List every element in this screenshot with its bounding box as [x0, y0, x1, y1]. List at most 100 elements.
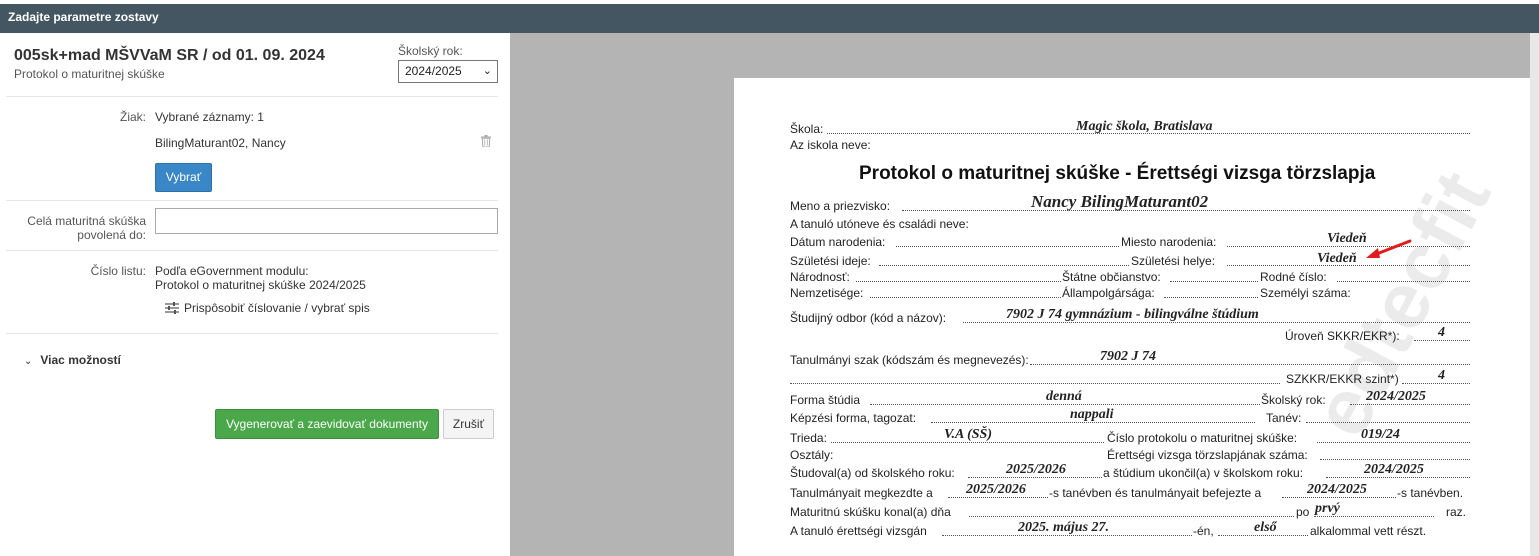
exam-end-hu: alkalommal vett részt.	[1310, 524, 1427, 538]
exam-po-label: po	[1296, 505, 1310, 519]
level-value-hu: 4	[1438, 368, 1445, 383]
dotted-line	[790, 383, 1280, 384]
class-value: V.A (SŠ)	[944, 427, 992, 442]
dotted-line	[948, 497, 1048, 498]
exam-allowed-label-line2: povolená do:	[77, 228, 146, 242]
exam-took-label: Maturitnú skúšku konal(a) dňa	[790, 505, 951, 519]
sheet-number-label: Číslo listu:	[90, 264, 146, 278]
protocol-label: Číslo protokolu o maturitnej skúške:	[1107, 431, 1298, 445]
dotted-line	[969, 516, 1294, 517]
dotted-line	[1164, 297, 1258, 298]
finished-end-hu: -s tanévben.	[1397, 486, 1464, 500]
dotted-line	[1314, 516, 1434, 517]
divider	[6, 200, 498, 201]
protocol-label-hu: Érettségi vizsga törzslapjának száma:	[1107, 448, 1308, 462]
parameters-panel: 005sk+mad MŠVVaM SR / od 01. 09. 2024 Pr…	[0, 33, 510, 556]
level-value: 4	[1438, 325, 1445, 340]
sliders-icon	[165, 302, 179, 314]
exam-date-value-hu: 2025. május 27.	[1018, 520, 1110, 535]
protocol-value: 019/24	[1361, 427, 1400, 442]
trash-icon[interactable]	[481, 135, 491, 147]
red-arrow-annotation	[1366, 239, 1412, 258]
name-label-hu: A tanuló utóneve és családi neve:	[790, 217, 969, 231]
dotted-line	[896, 246, 1119, 247]
scrollbar[interactable]	[1530, 33, 1539, 556]
doc-school-year-value: 2024/2025	[1366, 389, 1426, 404]
class-label-hu: Osztály:	[790, 448, 834, 462]
pob-value: Viedeň	[1327, 231, 1367, 246]
selected-records: Vybrané záznamy: 1	[155, 110, 264, 124]
student-label: Žiak:	[119, 110, 146, 124]
started-mid-hu: -s tanévben és tanulmányait befejezte a	[1049, 486, 1262, 500]
dialog-title: Zadajte parametre zostavy	[0, 4, 1539, 33]
exam-date-label-hu: A tanuló érettségi vizsgán	[790, 524, 927, 538]
dotted-line	[1320, 459, 1470, 460]
dob-label-hu: Születési ideje:	[790, 254, 871, 268]
pob-label: Miesto narodenia:	[1121, 235, 1217, 249]
dotted-line	[1414, 340, 1470, 341]
studied-to-value: 2024/2025	[1364, 462, 1424, 477]
name-label: Meno a priezvisko:	[790, 199, 891, 213]
document-page: edtecfit Škola: Magic škola, Bratislava …	[734, 78, 1530, 556]
exam-raz-label: raz.	[1446, 505, 1467, 519]
divider	[6, 96, 498, 97]
dob-label: Dátum narodenia:	[790, 235, 886, 249]
school-year-select[interactable]: 2024/2025 ⌄	[398, 60, 498, 83]
exam-po-value: prvý	[1315, 501, 1340, 516]
school-value: Magic škola, Bratislava	[1076, 119, 1213, 134]
chevron-down-icon: ⌄	[482, 65, 492, 77]
nationality-label-hu: Nemzetisége:	[790, 286, 864, 300]
citizenship-label: Štátne občianstvo:	[1062, 270, 1161, 284]
select-student-button[interactable]: Vybrať	[155, 163, 212, 192]
dotted-line	[870, 297, 1061, 298]
divider	[6, 333, 498, 334]
school-label: Škola:	[790, 122, 824, 136]
name-value: Nancy BilingMaturant02	[1031, 192, 1209, 211]
exam-allowed-until-input[interactable]	[155, 208, 498, 234]
dotted-line	[879, 265, 1129, 266]
school-year-label: Školský rok:	[398, 44, 463, 58]
dotted-line	[856, 281, 1061, 282]
field-value-hu: 7902 J 74	[1100, 349, 1156, 364]
sheet-number-source: Podľa eGovernment modulu:	[155, 264, 309, 278]
dotted-line	[870, 404, 1260, 405]
report-title: 005sk+mad MŠVVaM SR / od 01. 09. 2024	[14, 47, 325, 64]
field-label: Študijný odbor (kód a názov):	[790, 311, 947, 325]
dotted-line	[1282, 497, 1396, 498]
studied-to-label: a štúdium ukončil(a) v školskom roku:	[1103, 466, 1304, 480]
dotted-line	[1218, 535, 1308, 536]
doc-school-year-label-hu: Tanév:	[1266, 411, 1302, 425]
studied-from-value: 2025/2026	[1006, 462, 1066, 477]
class-label: Trieda:	[790, 431, 827, 445]
dotted-line	[968, 477, 1102, 478]
dotted-line	[1317, 442, 1470, 443]
nationality-label: Národnosť:	[790, 270, 850, 284]
school-year-value: 2024/2025	[405, 64, 462, 78]
started-value-hu: 2025/2026	[966, 482, 1026, 497]
level-label: Úroveň SKKR/EKR*):	[1285, 329, 1400, 343]
exam-en-hu: -én,	[1193, 524, 1214, 538]
watermark: edtecfit	[1294, 157, 1508, 451]
dotted-line	[1030, 364, 1470, 365]
study-form-value-hu: nappali	[1070, 407, 1114, 422]
generate-button[interactable]: Vygenerovať a zaevidovať dokumenty	[215, 409, 439, 439]
studied-from-label: Študoval(a) od školského roku:	[790, 466, 955, 480]
cancel-button[interactable]: Zrušiť	[443, 409, 494, 439]
dotted-line	[831, 442, 1104, 443]
dotted-line	[1337, 281, 1470, 282]
dotted-line	[931, 422, 1255, 423]
more-options-toggle[interactable]: ⌄ Viac možností	[24, 353, 121, 367]
dotted-line	[1306, 422, 1470, 423]
pob-label-hu: Születési helye:	[1131, 254, 1216, 268]
study-form-label-hu: Képzési forma, tagozat:	[790, 411, 917, 425]
exam-count-value-hu: első	[1254, 520, 1277, 535]
dialog-titlebar: Zadajte parametre zostavy	[0, 0, 1539, 33]
dotted-line	[1350, 404, 1470, 405]
field-value: 7902 J 74 gymnázium - bilingválne štúdiu…	[1006, 307, 1259, 322]
report-subtitle: Protokol o maturitnej skúške	[14, 67, 165, 81]
dotted-line	[1326, 477, 1470, 478]
dotted-line	[942, 535, 1192, 536]
dotted-line	[1227, 246, 1470, 247]
exam-allowed-label-line1: Celá maturitná skúška	[27, 214, 146, 228]
document-title: Protokol o maturitnej skúške - Érettségi…	[859, 163, 1376, 184]
